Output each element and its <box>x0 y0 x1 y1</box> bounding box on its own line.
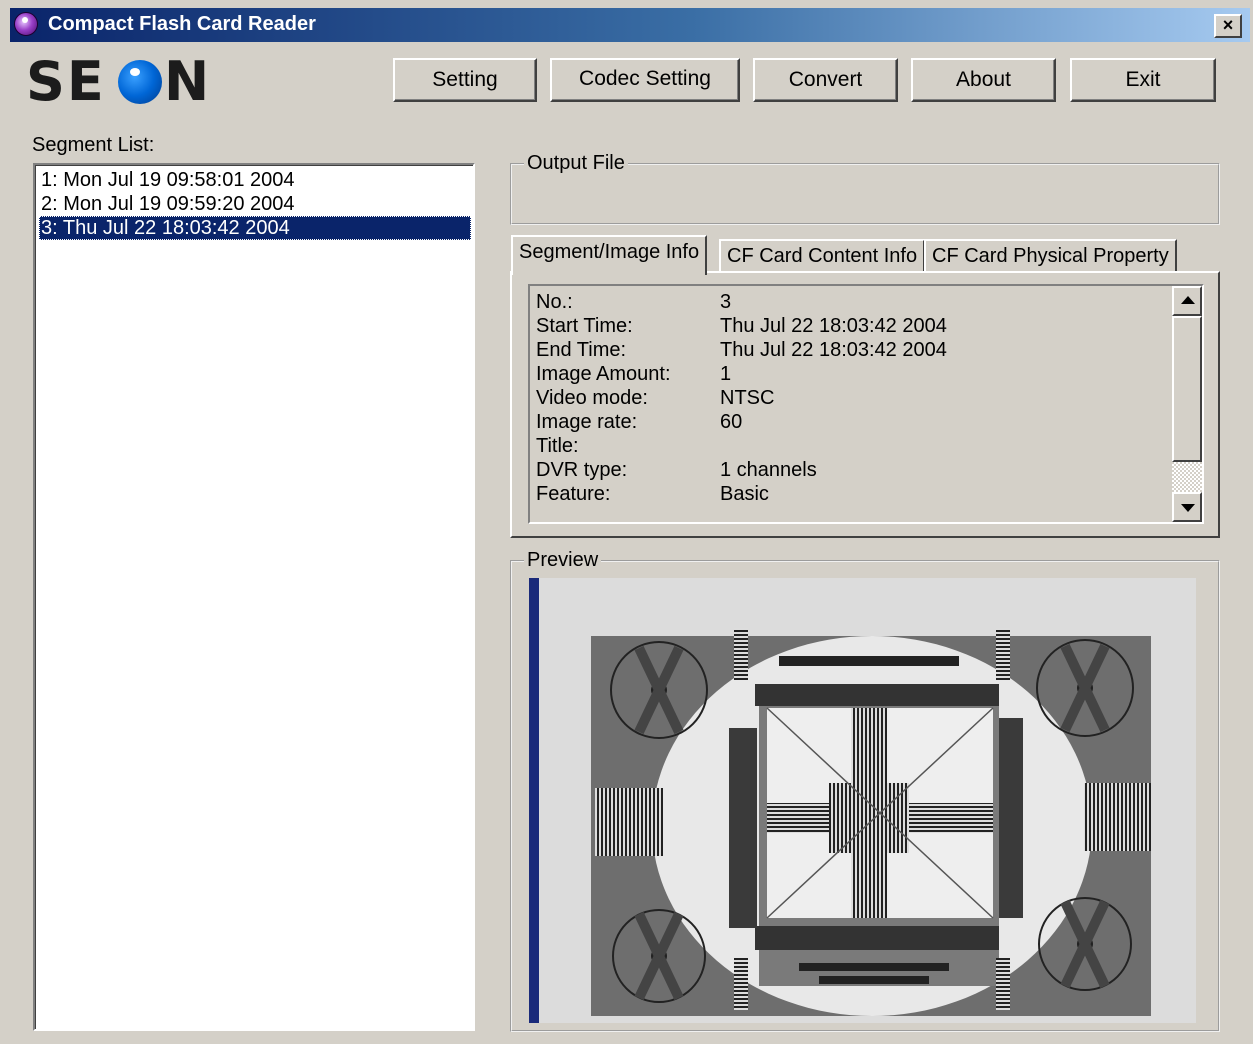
segment-info-list[interactable]: No.: 3 Start Time: Thu Jul 22 18:03:42 200… <box>528 284 1204 524</box>
info-row: No.: 3 <box>536 290 731 314</box>
info-value: Thu Jul 22 18:03:42 2004 <box>720 315 947 337</box>
info-value: NTSC <box>720 387 775 409</box>
info-key: End Time: <box>536 339 627 361</box>
info-value: 3 <box>720 291 732 313</box>
about-button[interactable]: About <box>911 58 1056 102</box>
logo-eye-icon <box>118 60 162 104</box>
preview-image <box>529 578 1196 1023</box>
tab-cf-card-content-info[interactable]: CF Card Content Info <box>719 239 926 273</box>
scroll-down-button[interactable] <box>1172 492 1202 522</box>
segment-listbox[interactable]: 1: Mon Jul 19 09:58:01 2004 2: Mon Jul 1… <box>33 163 475 1031</box>
info-value: Basic <box>720 483 769 505</box>
info-row: End Time: Thu Jul 22 18:03:42 2004 <box>536 338 947 362</box>
app-disc-icon[interactable] <box>14 12 38 36</box>
info-key: Image Amount: <box>536 363 671 385</box>
info-key: Start Time: <box>536 315 633 337</box>
info-row: Start Time: Thu Jul 22 18:03:42 2004 <box>536 314 947 338</box>
info-key: DVR type: <box>536 459 628 481</box>
setting-button[interactable]: Setting <box>393 58 537 102</box>
window-title: Compact Flash Card Reader <box>48 13 316 35</box>
info-key: Feature: <box>536 483 611 505</box>
codec-setting-button[interactable]: Codec Setting <box>550 58 740 102</box>
info-row: Feature: Basic <box>536 482 769 506</box>
tab-segment-image-info[interactable]: Segment/Image Info <box>511 235 708 275</box>
output-file-label: Output File <box>524 152 628 174</box>
preview-label: Preview <box>524 549 602 571</box>
resolution-test-chart-image <box>529 578 1196 1023</box>
scroll-up-arrow-icon <box>1181 296 1195 304</box>
convert-button[interactable]: Convert <box>753 58 898 102</box>
info-key: Title: <box>536 435 579 457</box>
scroll-down-arrow-icon <box>1181 504 1195 512</box>
segment-list-item[interactable]: 2: Mon Jul 19 09:59:20 2004 <box>39 192 471 216</box>
info-key: Image rate: <box>536 411 638 433</box>
tab-cf-card-physical-property[interactable]: CF Card Physical Property <box>924 239 1177 273</box>
segment-list-item[interactable]: 1: Mon Jul 19 09:58:01 2004 <box>39 168 471 192</box>
segment-list-item-selected[interactable]: 3: Thu Jul 22 18:03:42 2004 <box>39 216 471 240</box>
scroll-up-button[interactable] <box>1172 286 1202 316</box>
title-bar[interactable]: Compact Flash Card Reader <box>10 8 1250 42</box>
exit-button[interactable]: Exit <box>1070 58 1216 102</box>
logo-text-left: SE <box>26 50 106 113</box>
info-key: No.: <box>536 291 573 313</box>
info-row: Title: <box>536 434 579 458</box>
scroll-thumb[interactable] <box>1172 316 1202 462</box>
close-button[interactable]: × <box>1214 14 1242 38</box>
info-value: 60 <box>720 411 743 433</box>
info-value: 1 channels <box>720 459 817 481</box>
close-icon: × <box>1222 15 1234 35</box>
info-row: Image Amount: 1 <box>536 362 731 386</box>
info-value: 1 <box>720 363 732 385</box>
app-window: Compact Flash Card Reader × SE N Setting… <box>0 0 1253 1044</box>
info-row: DVR type: 1 channels <box>536 458 817 482</box>
info-row: Image rate: 60 <box>536 410 742 434</box>
info-value: Thu Jul 22 18:03:42 2004 <box>720 339 947 361</box>
info-key: Video mode: <box>536 387 648 409</box>
segment-list-label: Segment List: <box>32 134 155 156</box>
logo-text-right: N <box>164 50 212 113</box>
seon-logo: SE N <box>24 52 212 112</box>
info-row: Video mode: NTSC <box>536 386 774 410</box>
